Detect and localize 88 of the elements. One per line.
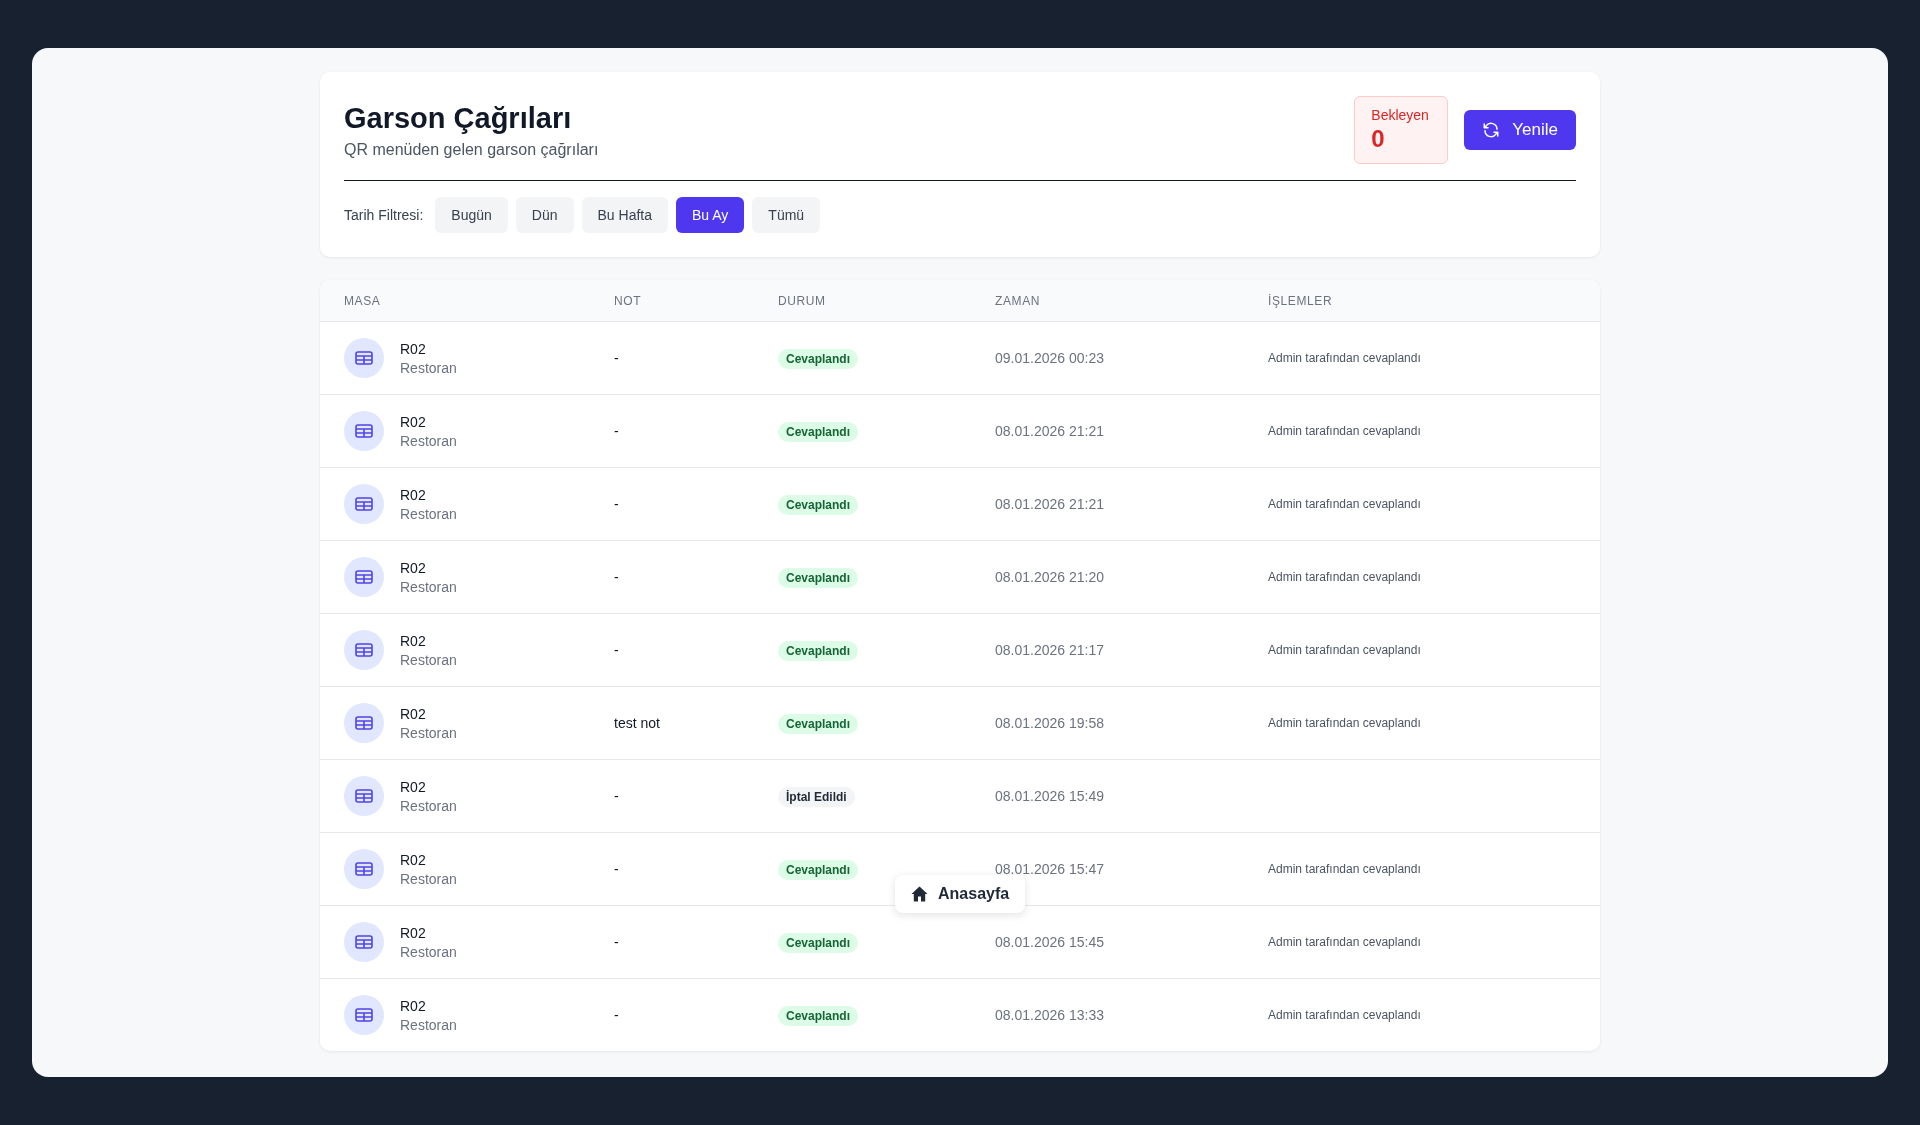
note-cell-text: -	[614, 861, 620, 877]
table-area: Restoran	[400, 505, 457, 522]
table-icon	[344, 630, 384, 670]
note-cell-text: -	[614, 423, 620, 439]
column-header: MASA	[344, 293, 382, 308]
note-cell-text: -	[614, 788, 620, 804]
home-button[interactable]: Anasayfa	[895, 875, 1026, 913]
table-name: R02	[400, 778, 427, 795]
filter-button[interactable]: Bugün	[435, 197, 508, 233]
table-name: R02	[400, 559, 427, 576]
note-cell-text: -	[614, 934, 620, 950]
pending-count: 0	[1371, 125, 1386, 153]
note-cell-text: -	[614, 569, 620, 585]
table-name: R02	[400, 413, 427, 430]
table-area: Restoran	[400, 1016, 457, 1033]
action-cell-text: Admin tarafından cevaplandı	[1268, 497, 1422, 511]
status-badge: Cevaplandı	[778, 1006, 859, 1026]
time-cell-text: 08.01.2026 15:49	[995, 788, 1105, 804]
table-icon	[344, 849, 384, 889]
table-icon	[344, 484, 384, 524]
time-cell-text: 08.01.2026 21:17	[995, 642, 1105, 658]
home-icon	[911, 886, 928, 902]
time-cell-text: 08.01.2026 13:33	[995, 1007, 1105, 1023]
status-badge: Cevaplandı	[778, 860, 859, 880]
page-title: Garson Çağrıları	[344, 102, 573, 135]
filter-label: Tarih Filtresi:	[344, 207, 424, 223]
action-cell-text: Admin tarafından cevaplandı	[1268, 1008, 1422, 1022]
action-cell-text: Admin tarafından cevaplandı	[1268, 351, 1422, 365]
table-name: R02	[400, 924, 427, 941]
table-icon	[344, 338, 384, 378]
table-icon	[344, 922, 384, 962]
action-cell-text: Admin tarafından cevaplandı	[1268, 570, 1422, 584]
status-badge: Cevaplandı	[778, 568, 859, 588]
note-cell-text: -	[614, 350, 620, 366]
table-area: Restoran	[400, 724, 457, 741]
time-cell-text: 09.01.2026 00:23	[995, 350, 1105, 366]
table-area: Restoran	[400, 797, 457, 814]
table-name: R02	[400, 340, 427, 357]
table-name: R02	[400, 486, 427, 503]
action-cell-text: Admin tarafından cevaplandı	[1268, 862, 1422, 876]
time-cell-text: 08.01.2026 21:21	[995, 423, 1105, 439]
table-icon	[344, 557, 384, 597]
table-area: Restoran	[400, 943, 457, 960]
action-cell-text: Admin tarafından cevaplandı	[1268, 935, 1422, 949]
table-icon	[344, 995, 384, 1035]
action-cell-text: Admin tarafından cevaplandı	[1268, 424, 1422, 438]
column-header: DURUM	[778, 293, 827, 308]
time-cell-text: 08.01.2026 15:47	[995, 861, 1105, 877]
note-cell-text: test not	[614, 715, 661, 731]
status-badge: Cevaplandı	[778, 641, 859, 661]
time-cell-text: 08.01.2026 15:45	[995, 934, 1105, 950]
refresh-icon	[1482, 121, 1501, 139]
filter-button[interactable]: Dün	[515, 197, 574, 233]
table-area: Restoran	[400, 359, 457, 376]
table-name: R02	[400, 997, 427, 1014]
status-badge: İptal Edildi	[778, 787, 855, 807]
table-area: Restoran	[400, 578, 457, 595]
filter-button[interactable]: Bu Ay	[676, 197, 745, 233]
status-badge: Cevaplandı	[778, 495, 859, 515]
table-area: Restoran	[400, 432, 457, 449]
column-header: İŞLEMLER	[1268, 293, 1334, 308]
table-icon	[344, 776, 384, 816]
status-badge: Cevaplandı	[778, 933, 859, 953]
note-cell-text: -	[614, 642, 620, 658]
time-cell-text: 08.01.2026 21:21	[995, 496, 1105, 512]
filter-button[interactable]: Bu Hafta	[581, 197, 668, 233]
table-name: R02	[400, 705, 427, 722]
table-icon	[344, 703, 384, 743]
table-area: Restoran	[400, 870, 457, 887]
status-badge: Cevaplandı	[778, 349, 859, 369]
action-cell-text: Admin tarafından cevaplandı	[1268, 643, 1422, 657]
time-cell-text: 08.01.2026 19:58	[995, 715, 1105, 731]
table-name: R02	[400, 851, 427, 868]
table-icon	[344, 411, 384, 451]
time-cell-text: 08.01.2026 21:20	[995, 569, 1105, 585]
pending-label: Bekleyen	[1371, 107, 1430, 123]
table-name: R02	[400, 632, 427, 649]
status-badge: Cevaplandı	[778, 422, 859, 442]
note-cell-text: -	[614, 1007, 620, 1023]
action-cell-text: Admin tarafından cevaplandı	[1268, 716, 1422, 730]
table-area: Restoran	[400, 651, 457, 668]
filter-button[interactable]: Tümü	[752, 197, 821, 233]
status-badge: Cevaplandı	[778, 714, 859, 734]
refresh-button[interactable]: Yenile	[1464, 110, 1576, 150]
column-header: ZAMAN	[995, 293, 1041, 308]
page-subtitle: QR menüden gelen garson çağrıları	[344, 141, 599, 159]
column-header: NOT	[614, 293, 643, 308]
note-cell-text: -	[614, 496, 620, 512]
